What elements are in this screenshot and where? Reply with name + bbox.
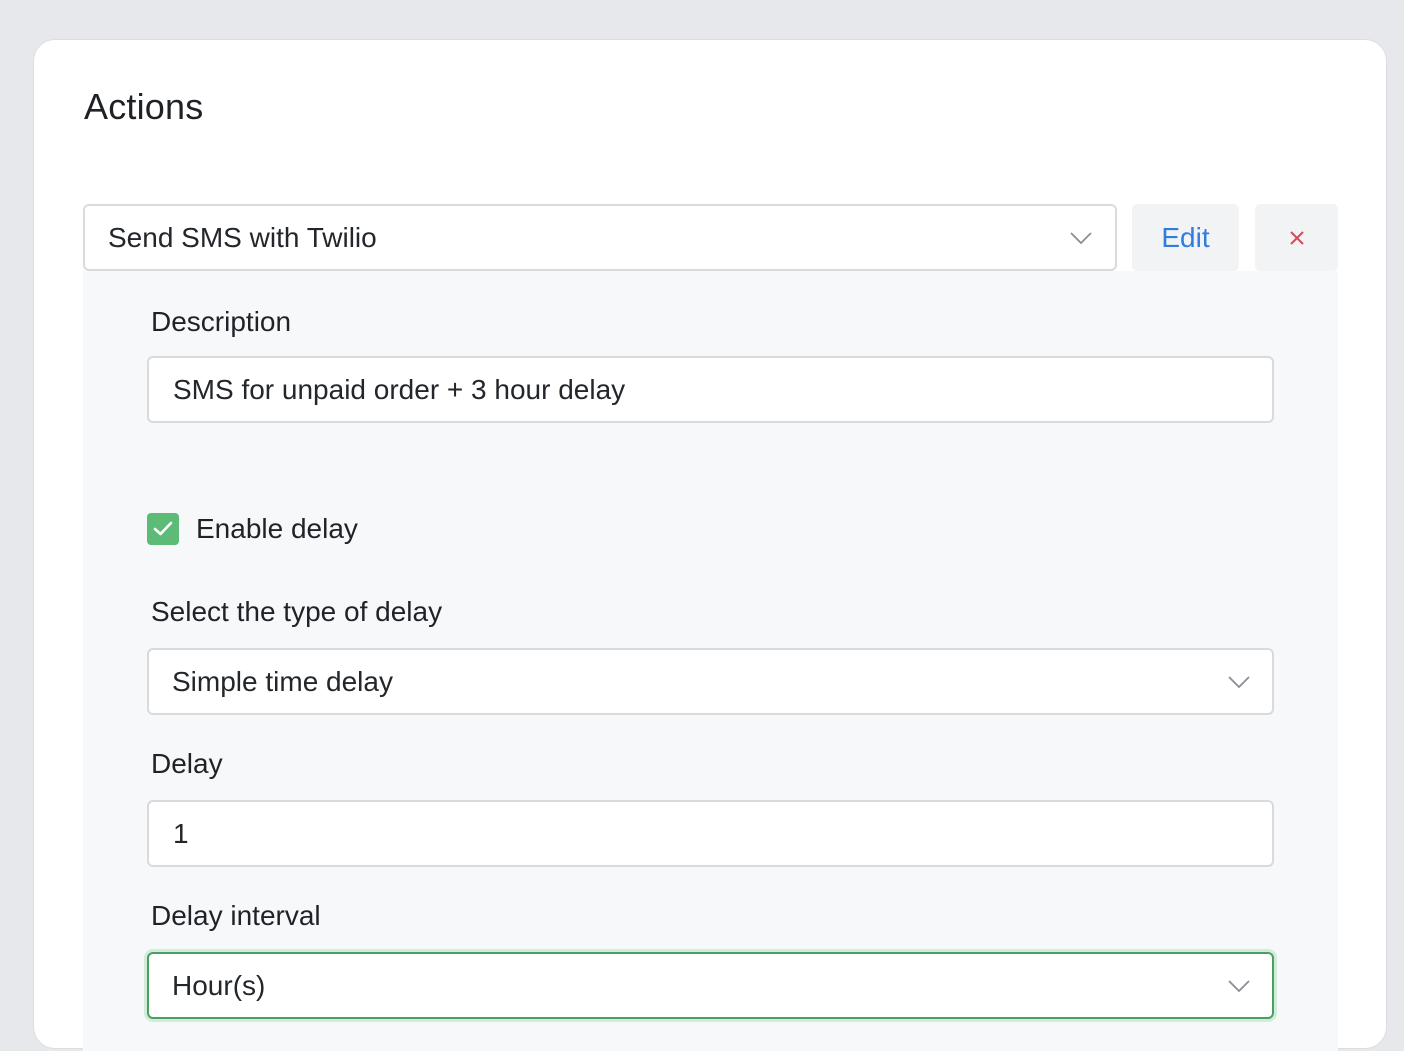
section-title: Actions [84,86,204,127]
description-value: SMS for unpaid order + 3 hour delay [173,373,626,405]
check-icon [153,521,173,536]
action-settings-panel: Description SMS for unpaid order + 3 hou… [83,271,1338,1051]
action-type-select[interactable]: Send SMS with Twilio [83,204,1117,271]
chevron-down-icon [1228,980,1250,992]
chevron-down-icon [1228,676,1250,688]
enable-delay-label: Enable delay [196,513,358,544]
delay-label: Delay [151,748,223,779]
remove-action-button[interactable] [1255,204,1338,271]
description-input[interactable]: SMS for unpaid order + 3 hour delay [147,356,1274,423]
close-icon [1289,230,1304,245]
edit-button[interactable]: Edit [1132,204,1239,271]
delay-value: 1 [173,817,189,849]
actions-card: Actions Send SMS with Twilio Edit Descri… [33,39,1387,1051]
delay-interval-select[interactable]: Hour(s) [147,952,1274,1019]
delay-interval-value: Hour(s) [172,969,266,1001]
description-label: Description [151,306,292,337]
delay-type-value: Simple time delay [172,665,393,697]
delay-type-select[interactable]: Simple time delay [147,648,1274,715]
enable-delay-checkbox-row[interactable]: Enable delay [147,513,358,545]
delay-input[interactable]: 1 [147,800,1274,867]
enable-delay-checkbox[interactable] [147,513,179,545]
action-type-value: Send SMS with Twilio [108,221,377,253]
chevron-down-icon [1070,232,1092,244]
delay-interval-label: Delay interval [151,900,321,931]
delay-type-label: Select the type of delay [151,596,443,627]
